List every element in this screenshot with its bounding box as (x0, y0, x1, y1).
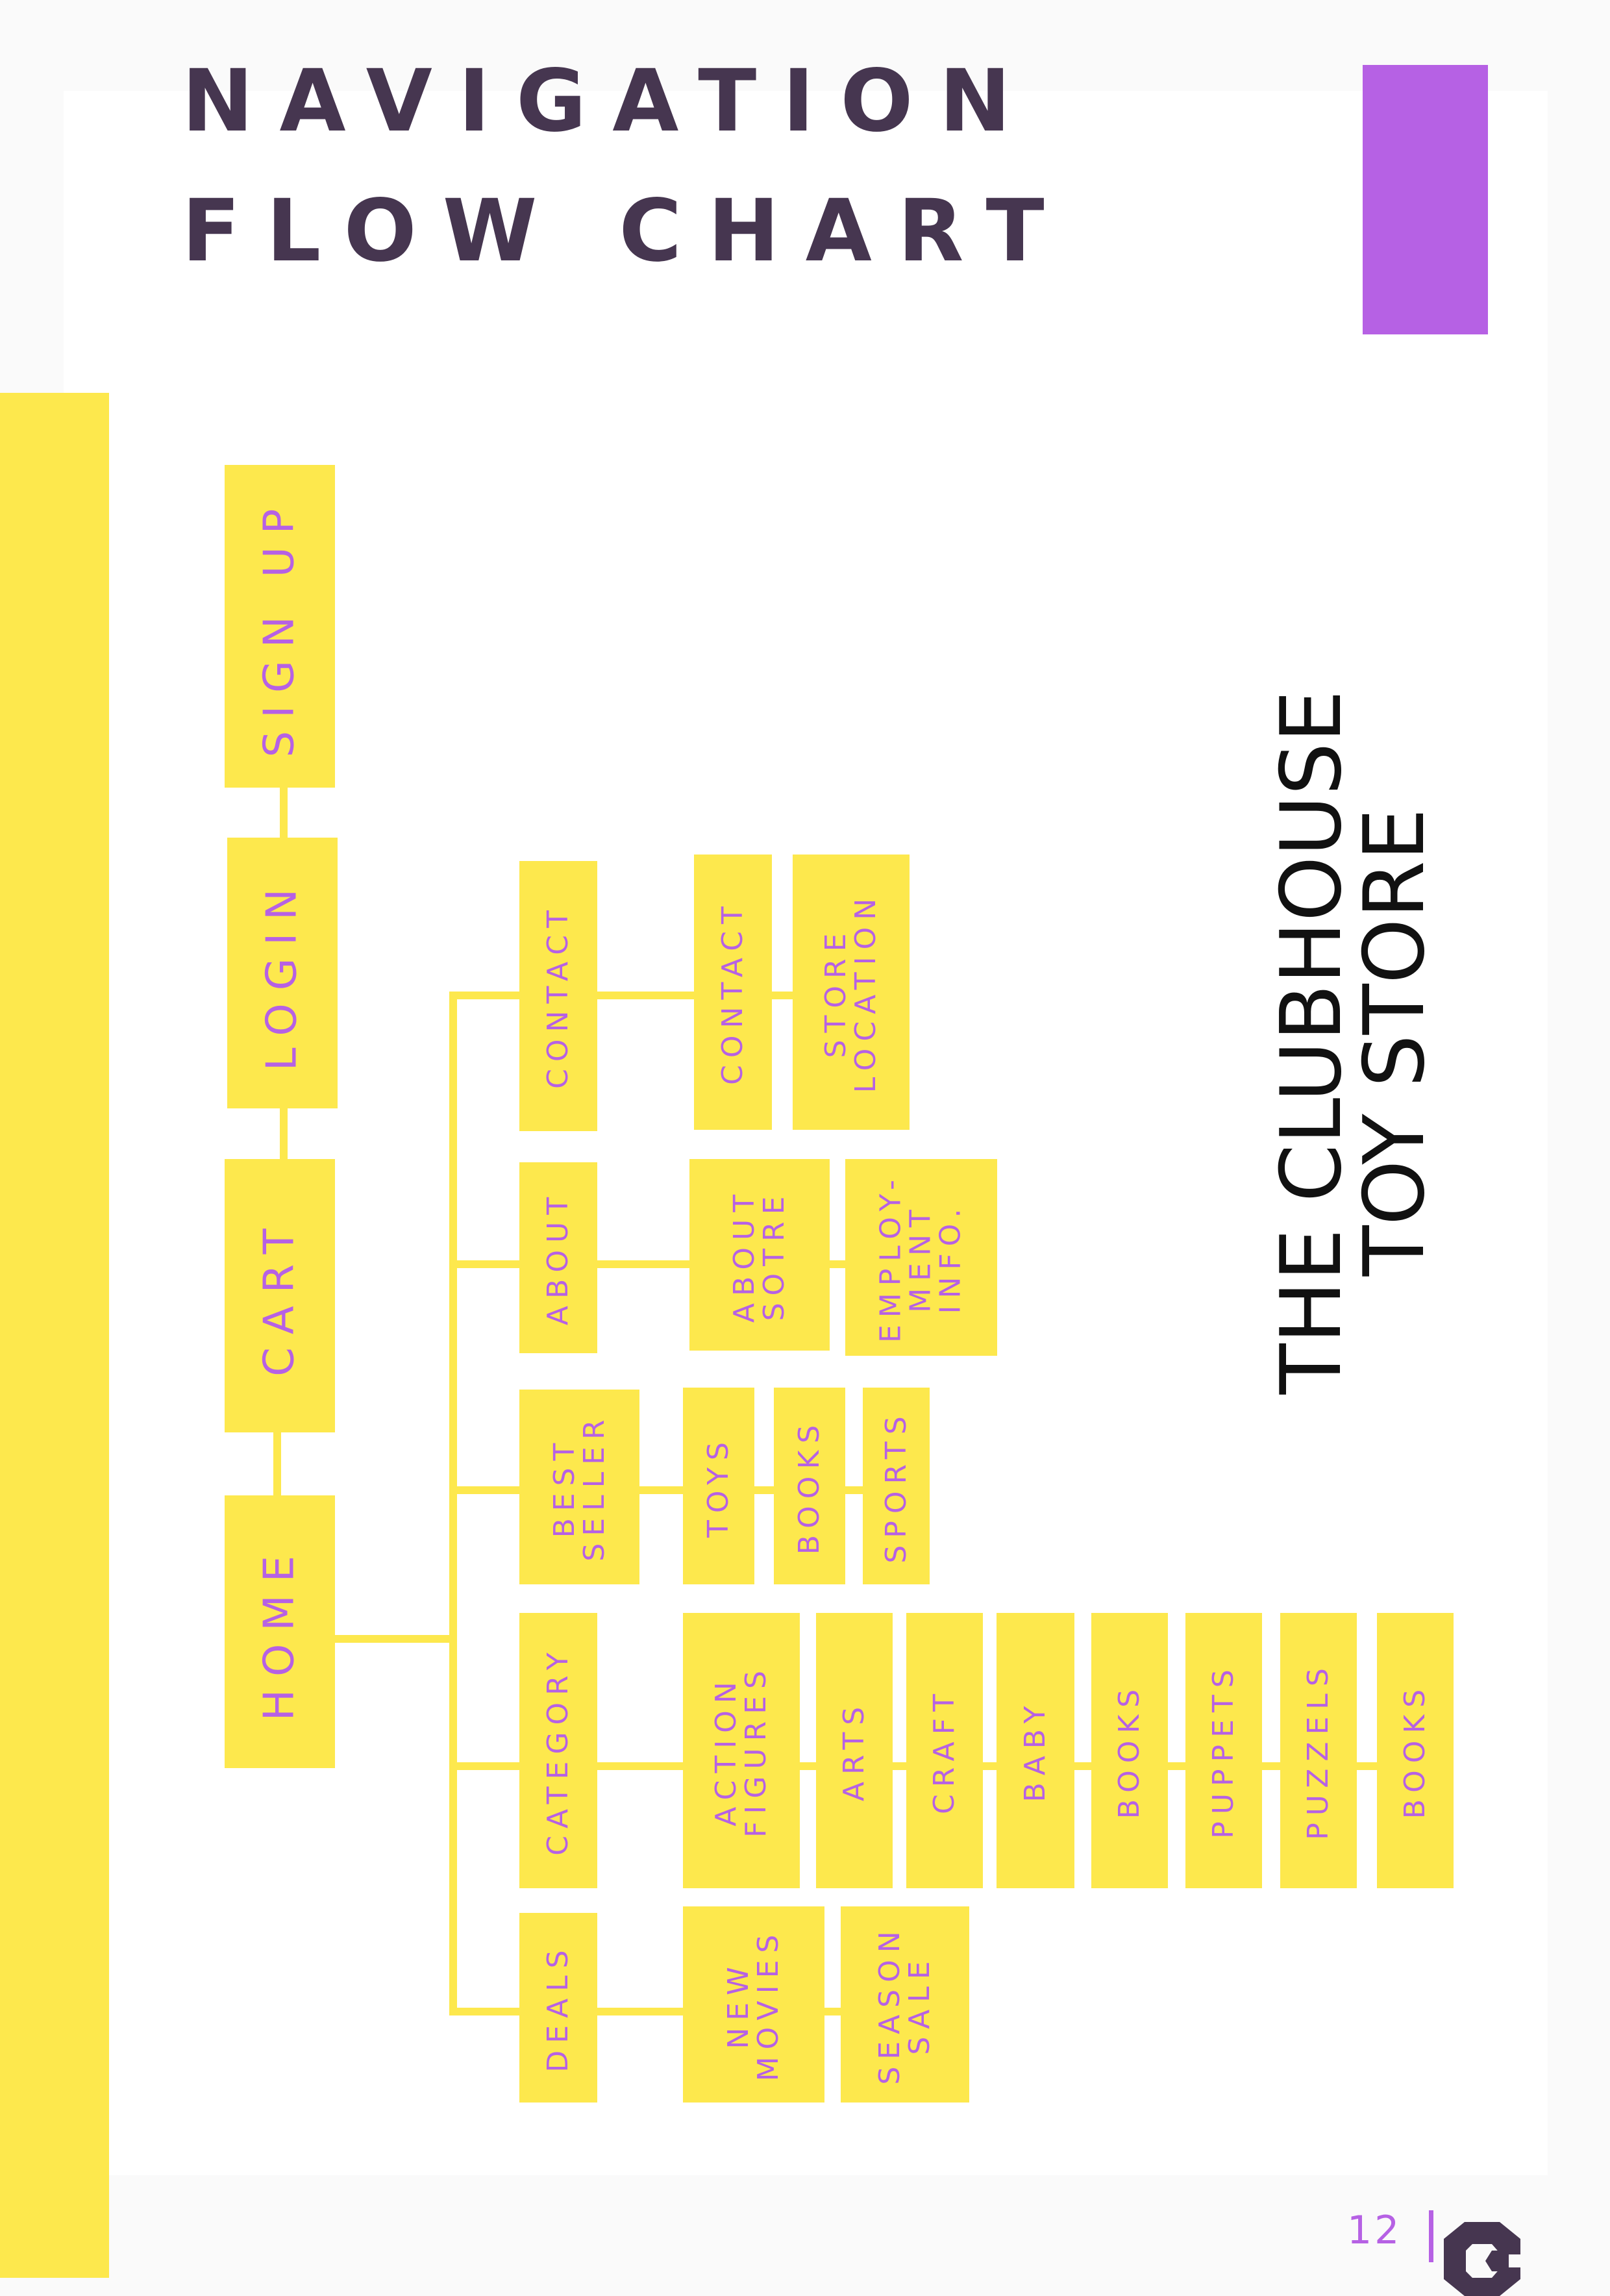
node-baby: BABY (997, 1613, 1074, 1888)
node-label: BABY (1018, 1699, 1052, 1803)
node-puzzels: PUZZELS (1280, 1613, 1357, 1888)
footer-divider (1429, 2210, 1433, 2262)
node-label: ABOUT (541, 1190, 575, 1326)
node-contact: CONTACT (519, 861, 597, 1131)
node-sports: SPORTS (863, 1388, 930, 1584)
store-name: THE CLUBHOUSE TOY STORE (1263, 690, 1443, 1395)
node-about-store: ABOUT SOTRE (689, 1159, 830, 1351)
node-label: DEALS (541, 1943, 575, 2073)
node-sign-up: SIGN UP (225, 465, 335, 788)
node-contact-page: CONTACT (694, 855, 772, 1130)
node-label: CRAFT (927, 1686, 961, 1815)
node-new-movies: NEW MOVIES (683, 1906, 824, 2103)
node-books-category: BOOKS (1091, 1613, 1168, 1888)
node-label: BOOKS (792, 1417, 826, 1554)
node-login: LOGIN (227, 838, 338, 1108)
node-label: ARTS (837, 1699, 871, 1802)
node-employment-info: EMPLOY- MENT INFO. (845, 1159, 997, 1356)
node-label: CATEGORY (541, 1645, 575, 1856)
node-cart: CART (225, 1159, 335, 1432)
node-home: HOME (225, 1495, 335, 1768)
node-label: CONTACT (541, 903, 575, 1089)
node-arts: ARTS (816, 1613, 893, 1888)
node-store-location: STORE LOCATION (793, 855, 910, 1130)
node-action-figures: ACTION FIGURES (683, 1613, 800, 1888)
node-label: HOME (255, 1542, 304, 1721)
node-label: SEASON SALE (873, 1924, 936, 2085)
page-number: 12 (1347, 2208, 1402, 2253)
node-books-bestseller: BOOKS (774, 1388, 845, 1584)
node-label: LOGIN (258, 875, 306, 1071)
node-label: PUZZELS (1301, 1661, 1335, 1840)
node-category: CATEGORY (519, 1613, 597, 1888)
node-deals: DEALS (519, 1913, 597, 2103)
node-label: ACTION FIGURES (709, 1664, 773, 1838)
node-books-category-2: BOOKS (1377, 1613, 1454, 1888)
node-about: ABOUT (519, 1162, 597, 1353)
node-label: SIGN UP (255, 495, 304, 757)
node-label: STORE LOCATION (819, 891, 882, 1093)
node-puppets: PUPPETS (1185, 1613, 1262, 1888)
node-label: CART (255, 1215, 304, 1377)
node-craft: CRAFT (906, 1613, 983, 1888)
brand-logo-icon (1444, 2222, 1520, 2296)
node-label: ABOUT SOTRE (727, 1187, 791, 1323)
node-season-sale: SEASON SALE (841, 1906, 969, 2103)
node-label: BEST SELLER (547, 1412, 611, 1562)
node-toys: TOYS (683, 1388, 754, 1584)
node-label: TOYS (701, 1434, 735, 1538)
node-best-seller: BEST SELLER (519, 1390, 639, 1584)
node-label: CONTACT (715, 899, 749, 1085)
node-label: EMPLOY- MENT INFO. (874, 1172, 968, 1343)
node-label: BOOKS (1112, 1682, 1146, 1819)
node-label: BOOKS (1398, 1682, 1431, 1819)
node-label: SPORTS (879, 1408, 913, 1564)
node-label: NEW MOVIES (721, 1927, 785, 2082)
node-label: PUPPETS (1206, 1662, 1240, 1839)
